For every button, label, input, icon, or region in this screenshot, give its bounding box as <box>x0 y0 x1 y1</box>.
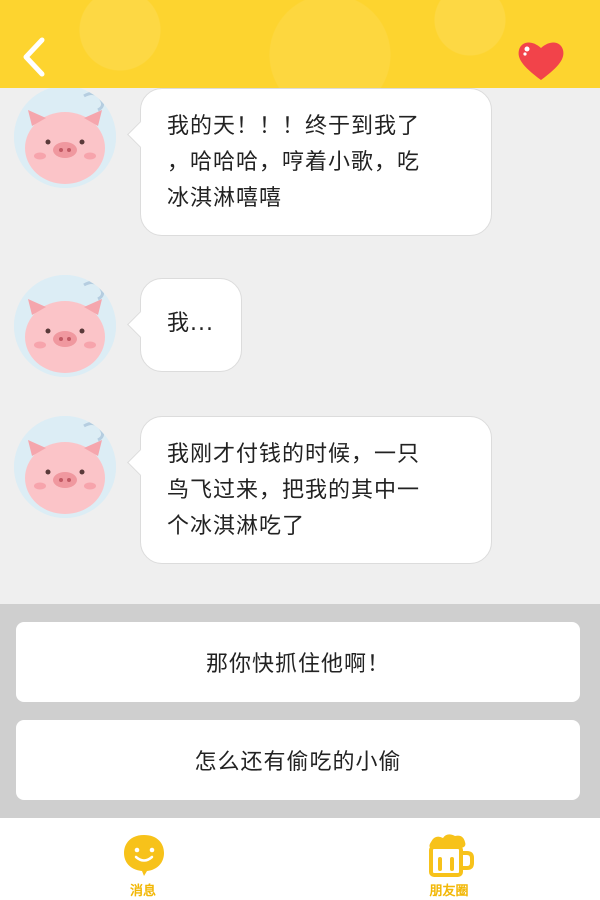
tab-messages[interactable]: 消息 <box>83 818 203 900</box>
message-text-line: 我的天！！！终于到我了 <box>167 114 421 139</box>
tab-moments[interactable]: 朋友圈 <box>389 818 509 900</box>
message-text-line: 我... <box>167 311 214 336</box>
message-text-line: 我刚才付钱的时候，一只 <box>167 442 421 467</box>
message-bubble[interactable]: 我... <box>140 278 242 372</box>
message-text-line: 冰淇淋嘻嘻 <box>167 186 283 211</box>
header-bar <box>0 0 600 88</box>
chevron-left-icon[interactable] <box>16 34 52 80</box>
message-text-line: 个冰淇淋吃了 <box>167 514 306 539</box>
tab-label: 朋友圈 <box>429 884 469 899</box>
heart-icon[interactable] <box>516 38 566 82</box>
pig-avatar[interactable] <box>14 416 116 518</box>
reply-options-panel: 那你快抓住他啊！ 怎么还有偷吃的小偷 <box>0 604 600 818</box>
bottom-tab-bar: 消息 朋友圈 <box>0 818 600 900</box>
chat-area[interactable]: 我的天！！！终于到我了 ，哈哈哈，哼着小歌，吃 冰淇淋嘻嘻 我... 我刚才付钱… <box>0 88 600 604</box>
smiley-chat-icon <box>121 832 167 878</box>
message-bubble[interactable]: 我刚才付钱的时候，一只 鸟飞过来，把我的其中一 个冰淇淋吃了 <box>140 416 492 564</box>
message-text-line: 鸟飞过来，把我的其中一 <box>167 478 421 503</box>
beer-mug-icon <box>425 832 475 878</box>
message-bubble[interactable]: 我的天！！！终于到我了 ，哈哈哈，哼着小歌，吃 冰淇淋嘻嘻 <box>140 88 492 236</box>
tab-label: 消息 <box>129 884 156 899</box>
message-text-line: ，哈哈哈，哼着小歌，吃 <box>167 150 421 175</box>
reply-option-button[interactable]: 怎么还有偷吃的小偷 <box>16 720 580 800</box>
pig-avatar[interactable] <box>14 88 116 188</box>
reply-option-button[interactable]: 那你快抓住他啊！ <box>16 622 580 702</box>
pig-avatar[interactable] <box>14 275 116 377</box>
